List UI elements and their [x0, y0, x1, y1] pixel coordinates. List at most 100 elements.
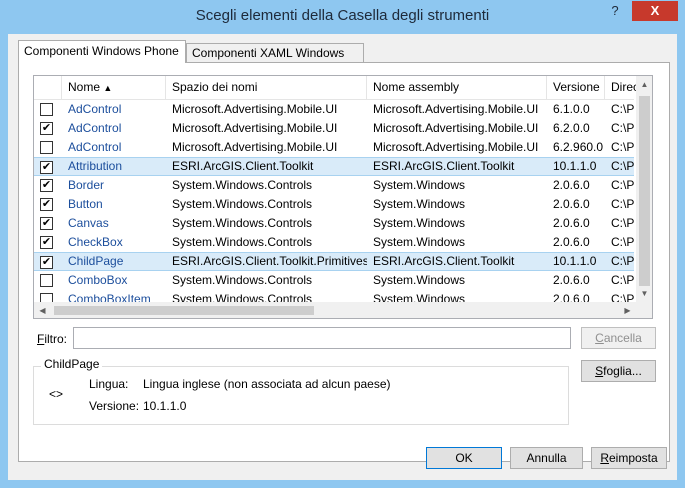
- code-tag-icon: <>: [49, 387, 64, 401]
- tab-panel: Nome ▲ Spazio dei nomi Nome assembly Ver…: [18, 62, 670, 462]
- cell-assembly: System.Windows: [373, 273, 466, 287]
- checkbox-checked[interactable]: ✔: [40, 236, 53, 249]
- cell-assembly: ESRI.ArcGIS.Client.Toolkit: [373, 159, 515, 173]
- cell-assembly: System.Windows: [373, 235, 466, 249]
- cell-version: 6.2.960.0: [553, 140, 604, 154]
- cell-version: 6.1.0.0: [553, 102, 590, 116]
- checkbox-unchecked[interactable]: [40, 103, 53, 116]
- horizontal-scrollbar[interactable]: ◀ ▶: [34, 302, 636, 318]
- cell-name: AdControl: [68, 140, 122, 154]
- table-row[interactable]: ✔ ChildPage ESRI.ArcGIS.Client.Toolkit.Pri…: [34, 252, 634, 271]
- cell-name: ChildPage: [68, 254, 124, 268]
- title-bar[interactable]: Scegli elementi della Casella degli stru…: [0, 0, 685, 34]
- cell-version: 2.0.6.0: [553, 235, 590, 249]
- ok-button[interactable]: OK: [426, 447, 502, 469]
- table-row[interactable]: ✔ AdControl Microsoft.Advertising.Mobile.U…: [34, 119, 634, 138]
- cell-name: Button: [68, 197, 103, 211]
- cell-name: AdControl: [68, 121, 122, 135]
- details-group: [33, 366, 569, 425]
- header-versione[interactable]: Versione: [547, 76, 605, 99]
- cell-namespace: System.Windows.Controls: [172, 178, 313, 192]
- table-row[interactable]: ✔ Canvas System.Windows.Controls System.Win…: [34, 214, 634, 233]
- help-button[interactable]: ?: [605, 3, 625, 23]
- cell-version: 6.2.0.0: [553, 121, 590, 135]
- cell-assembly: System.Windows: [373, 178, 466, 192]
- checkbox-unchecked[interactable]: [40, 141, 53, 154]
- versione-label: Versione:: [89, 399, 140, 413]
- tab-xaml-windows[interactable]: Componenti XAML Windows: [186, 43, 364, 62]
- scroll-right-icon[interactable]: ▶: [619, 302, 636, 318]
- cell-namespace: Microsoft.Advertising.Mobile.UI: [172, 140, 338, 154]
- cell-version: 2.0.6.0: [553, 273, 590, 287]
- table-row[interactable]: ✔ Border System.Windows.Controls System.Win…: [34, 176, 634, 195]
- cell-name: Canvas: [68, 216, 109, 230]
- table-row[interactable]: ✔ CheckBox System.Windows.Controls System.W…: [34, 233, 634, 252]
- filter-label: Filtro:: [37, 332, 68, 346]
- checkbox-checked[interactable]: ✔: [40, 256, 53, 269]
- table-row[interactable]: AdControl Microsoft.Advertising.Mobile.UI…: [34, 138, 634, 157]
- close-button[interactable]: X: [632, 1, 678, 21]
- vertical-scroll-thumb[interactable]: [639, 96, 650, 286]
- cell-namespace: Microsoft.Advertising.Mobile.UI: [172, 102, 338, 116]
- cell-version: 2.0.6.0: [553, 197, 590, 211]
- window-title: Scegli elementi della Casella degli stru…: [195, 7, 490, 24]
- cell-assembly: System.Windows: [373, 197, 466, 211]
- cell-namespace: System.Windows.Controls: [172, 197, 313, 211]
- cell-assembly: Microsoft.Advertising.Mobile.UI: [373, 121, 539, 135]
- cell-assembly: System.Windows: [373, 216, 466, 230]
- checkbox-checked[interactable]: ✔: [40, 161, 53, 174]
- details-group-title: ChildPage: [41, 357, 103, 371]
- cell-namespace: ESRI.ArcGIS.Client.Toolkit.Primitives: [172, 254, 367, 268]
- table-row[interactable]: ✔ Attribution ESRI.ArcGIS.Client.Toolkit ES…: [34, 157, 634, 176]
- checkbox-checked[interactable]: ✔: [40, 122, 53, 135]
- cell-namespace: ESRI.ArcGIS.Client.Toolkit: [172, 159, 314, 173]
- cell-version: 2.0.6.0: [553, 178, 590, 192]
- cell-namespace: Microsoft.Advertising.Mobile.UI: [172, 121, 338, 135]
- cell-assembly: Microsoft.Advertising.Mobile.UI: [373, 102, 539, 116]
- scrollbar-corner: [636, 302, 652, 318]
- list-header: Nome ▲ Spazio dei nomi Nome assembly Ver…: [34, 76, 639, 100]
- cell-version: 2.0.6.0: [553, 216, 590, 230]
- checkbox-checked[interactable]: ✔: [40, 198, 53, 211]
- cell-namespace: System.Windows.Controls: [172, 235, 313, 249]
- cell-name: AdControl: [68, 102, 122, 116]
- table-row[interactable]: ComboBox System.Windows.Controls System.Wi…: [34, 271, 634, 290]
- checkbox-checked[interactable]: ✔: [40, 217, 53, 230]
- header-nome-assembly[interactable]: Nome assembly: [367, 76, 547, 99]
- scroll-down-icon[interactable]: ▼: [636, 285, 652, 302]
- cell-name: Border: [68, 178, 105, 192]
- table-row[interactable]: ✔ Button System.Windows.Controls System.Win…: [34, 195, 634, 214]
- annulla-button[interactable]: Annulla: [510, 447, 583, 469]
- vertical-scrollbar[interactable]: ▲ ▼: [636, 76, 652, 302]
- sort-ascending-icon: ▲: [103, 83, 113, 93]
- header-nome[interactable]: Nome ▲: [62, 76, 166, 99]
- cell-version: 10.1.1.0: [553, 254, 597, 268]
- header-spazio-dei-nomi[interactable]: Spazio dei nomi: [166, 76, 367, 99]
- cell-name: ComboBox: [68, 273, 128, 287]
- scroll-left-icon[interactable]: ◀: [34, 302, 51, 318]
- checkbox-unchecked[interactable]: [40, 274, 53, 287]
- cell-assembly: Microsoft.Advertising.Mobile.UI: [373, 140, 539, 154]
- lingua-value: Lingua inglese (non associata ad alcun p…: [143, 377, 391, 391]
- cell-name: CheckBox: [68, 235, 123, 249]
- cell-name: Attribution: [68, 159, 123, 173]
- cell-namespace: System.Windows.Controls: [172, 273, 313, 287]
- checkbox-checked[interactable]: ✔: [40, 179, 53, 192]
- scroll-up-icon[interactable]: ▲: [636, 76, 652, 93]
- cell-version: 10.1.1.0: [553, 159, 597, 173]
- tab-windows-phone[interactable]: Componenti Windows Phone: [18, 40, 186, 63]
- reimposta-button[interactable]: Reimposta: [591, 447, 667, 469]
- horizontal-scroll-thumb[interactable]: [54, 306, 314, 315]
- components-list[interactable]: Nome ▲ Spazio dei nomi Nome assembly Ver…: [33, 75, 653, 319]
- dialog-client-area: Componenti Windows Phone Componenti XAML…: [8, 34, 677, 480]
- filter-input[interactable]: [73, 327, 571, 349]
- cell-assembly: ESRI.ArcGIS.Client.Toolkit: [373, 254, 515, 268]
- header-check-column[interactable]: [34, 76, 62, 99]
- lingua-label: Lingua:: [89, 377, 129, 391]
- cell-namespace: System.Windows.Controls: [172, 216, 313, 230]
- versione-value: 10.1.1.0: [143, 399, 187, 413]
- cancella-button[interactable]: Cancella: [581, 327, 656, 349]
- sfoglia-button[interactable]: Sfoglia...: [581, 360, 656, 382]
- table-row[interactable]: AdControl Microsoft.Advertising.Mobile.UI…: [34, 100, 634, 119]
- dialog-window: Scegli elementi della Casella degli stru…: [0, 0, 685, 488]
